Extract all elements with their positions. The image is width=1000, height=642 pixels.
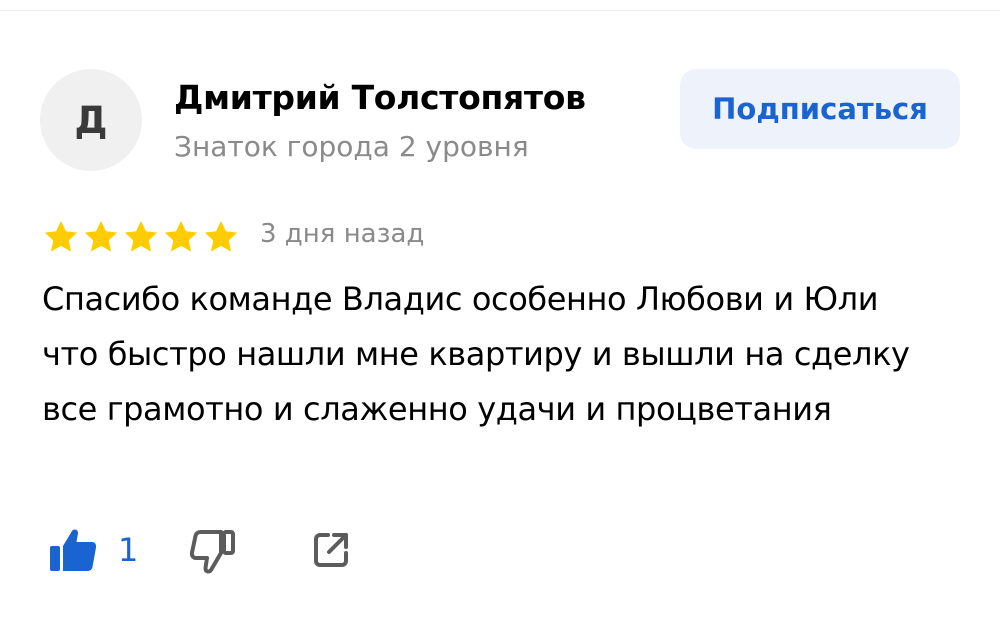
review-text: Спасибо команде Владис особенно Любови и…: [42, 280, 910, 428]
author-name[interactable]: Дмитрий Толстопятов: [174, 78, 586, 117]
thumbs-up-icon: [50, 529, 97, 571]
subscribe-button[interactable]: Подписаться: [680, 69, 960, 149]
review-actions: 1: [48, 522, 352, 578]
review-card: Д Дмитрий Толстопятов Знаток города 2 ур…: [0, 0, 1000, 642]
star-icon: [124, 220, 158, 252]
share-button[interactable]: [310, 529, 352, 571]
share-icon: [314, 533, 349, 567]
star-icon: [44, 220, 78, 252]
avatar[interactable]: Д: [40, 69, 142, 171]
like-count: 1: [118, 531, 139, 569]
top-divider: [0, 10, 1000, 11]
thumbs-down-icon: [190, 530, 236, 574]
avatar-letter: Д: [74, 98, 108, 142]
like-button[interactable]: 1: [48, 527, 138, 573]
star-rating: [42, 216, 242, 258]
star-icon: [84, 220, 118, 252]
star-icon: [204, 220, 238, 252]
star-icon: [164, 220, 198, 252]
review-date: 3 дня назад: [260, 219, 425, 249]
author-level: Знаток города 2 уровня: [174, 130, 529, 163]
dislike-button[interactable]: [188, 525, 238, 575]
